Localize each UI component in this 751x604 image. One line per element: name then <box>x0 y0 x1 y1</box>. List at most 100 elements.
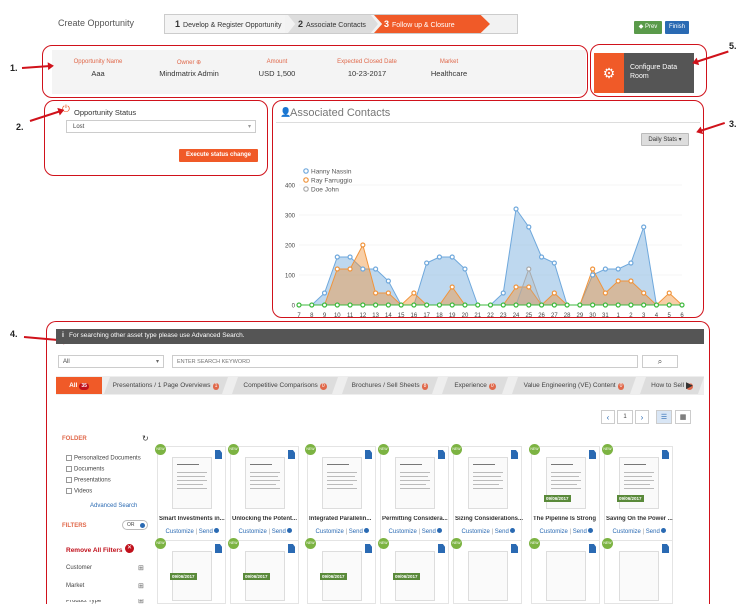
asset-title[interactable]: Unlocking the Potent... <box>232 516 300 522</box>
tabs-scroll-right-icon[interactable]: ▶ <box>686 380 693 391</box>
customize-link[interactable]: Customize <box>166 529 194 535</box>
page-next-button[interactable]: › <box>635 410 649 424</box>
asset-thumbnail[interactable] <box>468 551 508 601</box>
asset-title[interactable]: Sizing Considerations... <box>455 516 523 522</box>
asset-card[interactable]: NEW 09/06/2017 <box>305 538 376 604</box>
asset-card[interactable]: NEW Unlocking the Potent... Customize | Se… <box>228 444 300 542</box>
send-link[interactable]: Send <box>272 529 286 535</box>
asset-card[interactable]: NEW <box>529 538 600 604</box>
asset-date: 09/06/2017 <box>617 495 644 502</box>
refresh-icon[interactable]: ↻ <box>142 434 149 443</box>
send-link[interactable]: Send <box>422 529 436 535</box>
send-link[interactable]: Send <box>573 529 587 535</box>
send-link[interactable]: Send <box>646 529 660 535</box>
remove-filters-button[interactable]: Remove All Filters <box>66 547 122 554</box>
customize-link[interactable]: Customize <box>613 529 641 535</box>
asset-type-select[interactable]: All ▾ <box>58 355 164 368</box>
asset-title[interactable]: Smart Investments in... <box>159 516 227 522</box>
asset-title[interactable]: The Pipeline Is Strong <box>533 516 601 522</box>
remove-filters-icon[interactable]: ✕ <box>125 544 134 553</box>
folder-item[interactable]: Personalized Documents <box>66 455 141 462</box>
asset-thumbnail[interactable] <box>245 457 285 509</box>
tab-how-to-sell[interactable]: How to Sell 0 <box>640 377 704 394</box>
tab-all[interactable]: All 35 <box>56 377 102 394</box>
asset-card[interactable]: NEW Permitting Considera... Customize | Se… <box>378 444 450 542</box>
contacts-divider <box>276 122 700 123</box>
send-icon[interactable] <box>364 528 370 533</box>
search-icon: ⌕ <box>657 357 663 366</box>
asset-card[interactable]: NEW Integrated Parallelin... Customize | S… <box>305 444 377 542</box>
asset-card[interactable]: NEW Sizing Considerations... Customize | S… <box>451 444 523 542</box>
send-icon[interactable] <box>287 528 293 533</box>
data-point <box>513 284 519 290</box>
new-badge: NEW <box>378 444 389 455</box>
data-point <box>615 278 621 284</box>
asset-thumbnail[interactable] <box>468 457 508 509</box>
execute-status-button[interactable]: Execute status change <box>179 149 258 162</box>
step-3[interactable]: 3 Follow up & Closure <box>374 15 490 33</box>
filter-customer[interactable]: Customer <box>66 565 92 571</box>
tab-presentations[interactable]: Presentations / 1 Page Overviews 1 <box>104 377 228 394</box>
expand-icon[interactable]: ⊞ <box>138 582 144 590</box>
document-icon <box>589 450 596 459</box>
asset-card[interactable]: NEW 09/06/2017 Saving On the Power ... Cust… <box>602 444 674 542</box>
send-icon[interactable] <box>437 528 443 533</box>
data-point <box>590 266 596 272</box>
filter-product-type[interactable]: Product Type <box>66 600 101 604</box>
asset-thumbnail[interactable] <box>172 457 212 509</box>
page-number[interactable]: 1 <box>617 410 633 424</box>
send-link[interactable]: Send <box>199 529 213 535</box>
daily-stats-button[interactable]: Daily Stats ▾ <box>641 133 689 146</box>
list-view-icon[interactable]: ☰ <box>656 410 672 424</box>
asset-title[interactable]: Permitting Considera... <box>382 516 450 522</box>
step-1[interactable]: 1 Develop & Register Opportunity <box>165 15 285 33</box>
page-prev-button[interactable]: ‹ <box>601 410 615 424</box>
tab-experience[interactable]: Experience 0 <box>442 377 508 394</box>
prev-button[interactable]: ◆ Prev <box>634 21 662 34</box>
asset-card[interactable]: NEW <box>602 538 673 604</box>
tab-value-engineering[interactable]: Value Engineering (VE) Content 0 <box>512 377 636 394</box>
expand-icon[interactable]: ⊞ <box>138 564 144 572</box>
customize-link[interactable]: Customize <box>389 529 417 535</box>
asset-thumbnail[interactable] <box>546 551 586 601</box>
search-button[interactable]: ⌕ <box>642 355 678 368</box>
send-icon[interactable] <box>214 528 220 533</box>
asset-date: 09/06/2017 <box>243 573 270 580</box>
search-input[interactable] <box>172 355 638 368</box>
asset-title[interactable]: Saving On the Power ... <box>606 516 674 522</box>
asset-thumbnail[interactable] <box>322 457 362 509</box>
folder-item[interactable]: Documents <box>66 466 104 473</box>
asset-title[interactable]: Integrated Parallelin... <box>309 516 377 522</box>
status-select[interactable]: Lost ▾ <box>66 120 256 133</box>
folder-item[interactable]: Presentations <box>66 477 111 484</box>
customize-link[interactable]: Customize <box>316 529 344 535</box>
customize-link[interactable]: Customize <box>462 529 490 535</box>
send-icon[interactable] <box>510 528 516 533</box>
asset-card[interactable]: NEW Smart Investments in... Customize | Se… <box>155 444 227 542</box>
tab-brochures[interactable]: Brochures / Sell Sheets 8 <box>342 377 438 394</box>
asset-card[interactable]: NEW 09/06/2017 The Pipeline Is Strong Custo… <box>529 444 601 542</box>
asset-card[interactable]: NEW 09/06/2017 <box>378 538 449 604</box>
x-tick-label: 14 <box>385 313 392 318</box>
asset-thumbnail[interactable] <box>619 551 659 601</box>
tab-competitive[interactable]: Competitive Comparisons 0 <box>232 377 338 394</box>
chevron-down-icon: ▾ <box>247 124 251 130</box>
customize-link[interactable]: Customize <box>239 529 267 535</box>
asset-card[interactable]: NEW 09/06/2017 <box>155 538 226 604</box>
filter-market[interactable]: Market <box>66 583 84 589</box>
send-link[interactable]: Send <box>495 529 509 535</box>
expand-icon[interactable]: ⊞ <box>138 599 144 604</box>
grid-view-icon[interactable]: ▦ <box>675 410 691 424</box>
send-icon[interactable] <box>661 528 667 533</box>
finish-button[interactable]: Finish <box>665 21 689 34</box>
asset-card[interactable]: NEW 09/06/2017 <box>228 538 299 604</box>
folder-item[interactable]: Videos <box>66 488 92 495</box>
asset-card[interactable]: NEW <box>451 538 522 604</box>
send-icon[interactable] <box>588 528 594 533</box>
send-link[interactable]: Send <box>349 529 363 535</box>
advanced-search-link[interactable]: Advanced Search <box>90 503 137 509</box>
step-2[interactable]: 2 Associate Contacts <box>288 15 378 33</box>
asset-thumbnail[interactable] <box>395 457 435 509</box>
filters-toggle[interactable]: OR <box>122 520 148 530</box>
customize-link[interactable]: Customize <box>540 529 568 535</box>
